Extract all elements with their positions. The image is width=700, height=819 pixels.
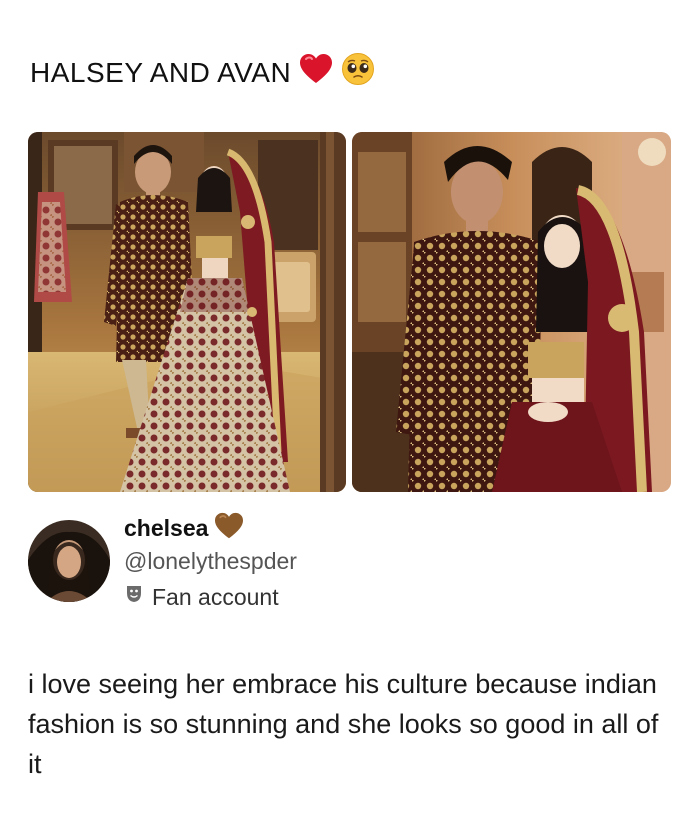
theater-masks-icon	[124, 583, 146, 611]
red-heart-icon	[299, 53, 333, 92]
photo-right[interactable]	[352, 132, 671, 492]
display-name[interactable]: chelsea	[124, 515, 208, 542]
tweet-body: i love seeing her embrace his culture be…	[28, 669, 659, 779]
author-info: chelsea @lonelythespder Fan account	[124, 512, 297, 611]
user-handle[interactable]: @lonelythespder	[124, 548, 297, 575]
post-headline: HALSEY AND AVAN	[30, 52, 375, 93]
brown-heart-icon	[214, 512, 244, 545]
pleading-face-icon	[341, 52, 375, 93]
badge-label: Fan account	[152, 583, 279, 610]
photo-left[interactable]	[28, 132, 346, 492]
photo-grid	[28, 132, 671, 492]
avatar[interactable]	[28, 520, 110, 602]
fan-account-badge: Fan account	[124, 583, 297, 611]
headline-text: HALSEY AND AVAN	[30, 56, 292, 88]
